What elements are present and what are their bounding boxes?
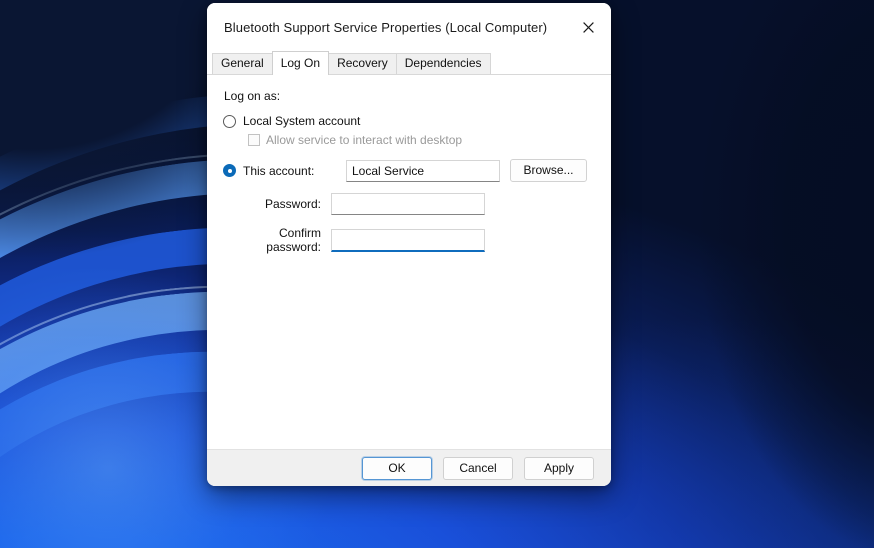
log-on-panel: Log on as: Local System account Allow se… — [207, 74, 611, 449]
tab-strip: General Log On Recovery Dependencies — [207, 51, 611, 75]
checkbox-allow-interact-label: Allow service to interact with desktop — [266, 133, 463, 147]
tab-recovery[interactable]: Recovery — [328, 53, 397, 74]
radio-local-system-indicator[interactable] — [223, 114, 236, 128]
apply-button[interactable]: Apply — [524, 456, 594, 480]
this-account-row: This account: Browse... — [223, 159, 595, 182]
service-properties-dialog: Bluetooth Support Service Properties (Lo… — [207, 3, 611, 486]
desktop-background: Bluetooth Support Service Properties (Lo… — [0, 0, 874, 548]
radio-local-system-account[interactable]: Local System account — [223, 114, 595, 128]
close-icon[interactable] — [565, 3, 611, 51]
log-on-as-label: Log on as: — [224, 89, 281, 103]
dialog-footer: OK Cancel Apply — [207, 449, 611, 486]
password-input[interactable] — [331, 193, 485, 215]
checkbox-allow-interact-desktop: Allow service to interact with desktop — [248, 133, 595, 147]
dialog-title: Bluetooth Support Service Properties (Lo… — [224, 19, 548, 35]
radio-local-system-label: Local System account — [243, 114, 361, 128]
confirm-password-label: Confirm password: — [266, 226, 321, 254]
browse-button[interactable]: Browse... — [510, 159, 587, 182]
this-account-input[interactable] — [346, 159, 500, 182]
checkbox-allow-interact-indicator — [248, 134, 260, 146]
tab-dependencies[interactable]: Dependencies — [395, 53, 491, 74]
radio-this-account-label: This account: — [243, 163, 315, 178]
dialog-titlebar: Bluetooth Support Service Properties (Lo… — [207, 3, 611, 51]
cancel-button[interactable]: Cancel — [443, 456, 513, 480]
tab-general[interactable]: General — [212, 53, 273, 74]
radio-this-account[interactable]: This account: — [223, 164, 346, 178]
ok-button[interactable]: OK — [362, 456, 432, 480]
password-label: Password: — [264, 197, 321, 211]
password-row: Password: — [223, 193, 595, 215]
tab-log-on[interactable]: Log On — [271, 51, 330, 75]
confirm-password-input[interactable] — [331, 228, 485, 252]
radio-this-account-indicator[interactable] — [223, 164, 236, 177]
confirm-password-row: Confirm password: — [223, 226, 595, 254]
